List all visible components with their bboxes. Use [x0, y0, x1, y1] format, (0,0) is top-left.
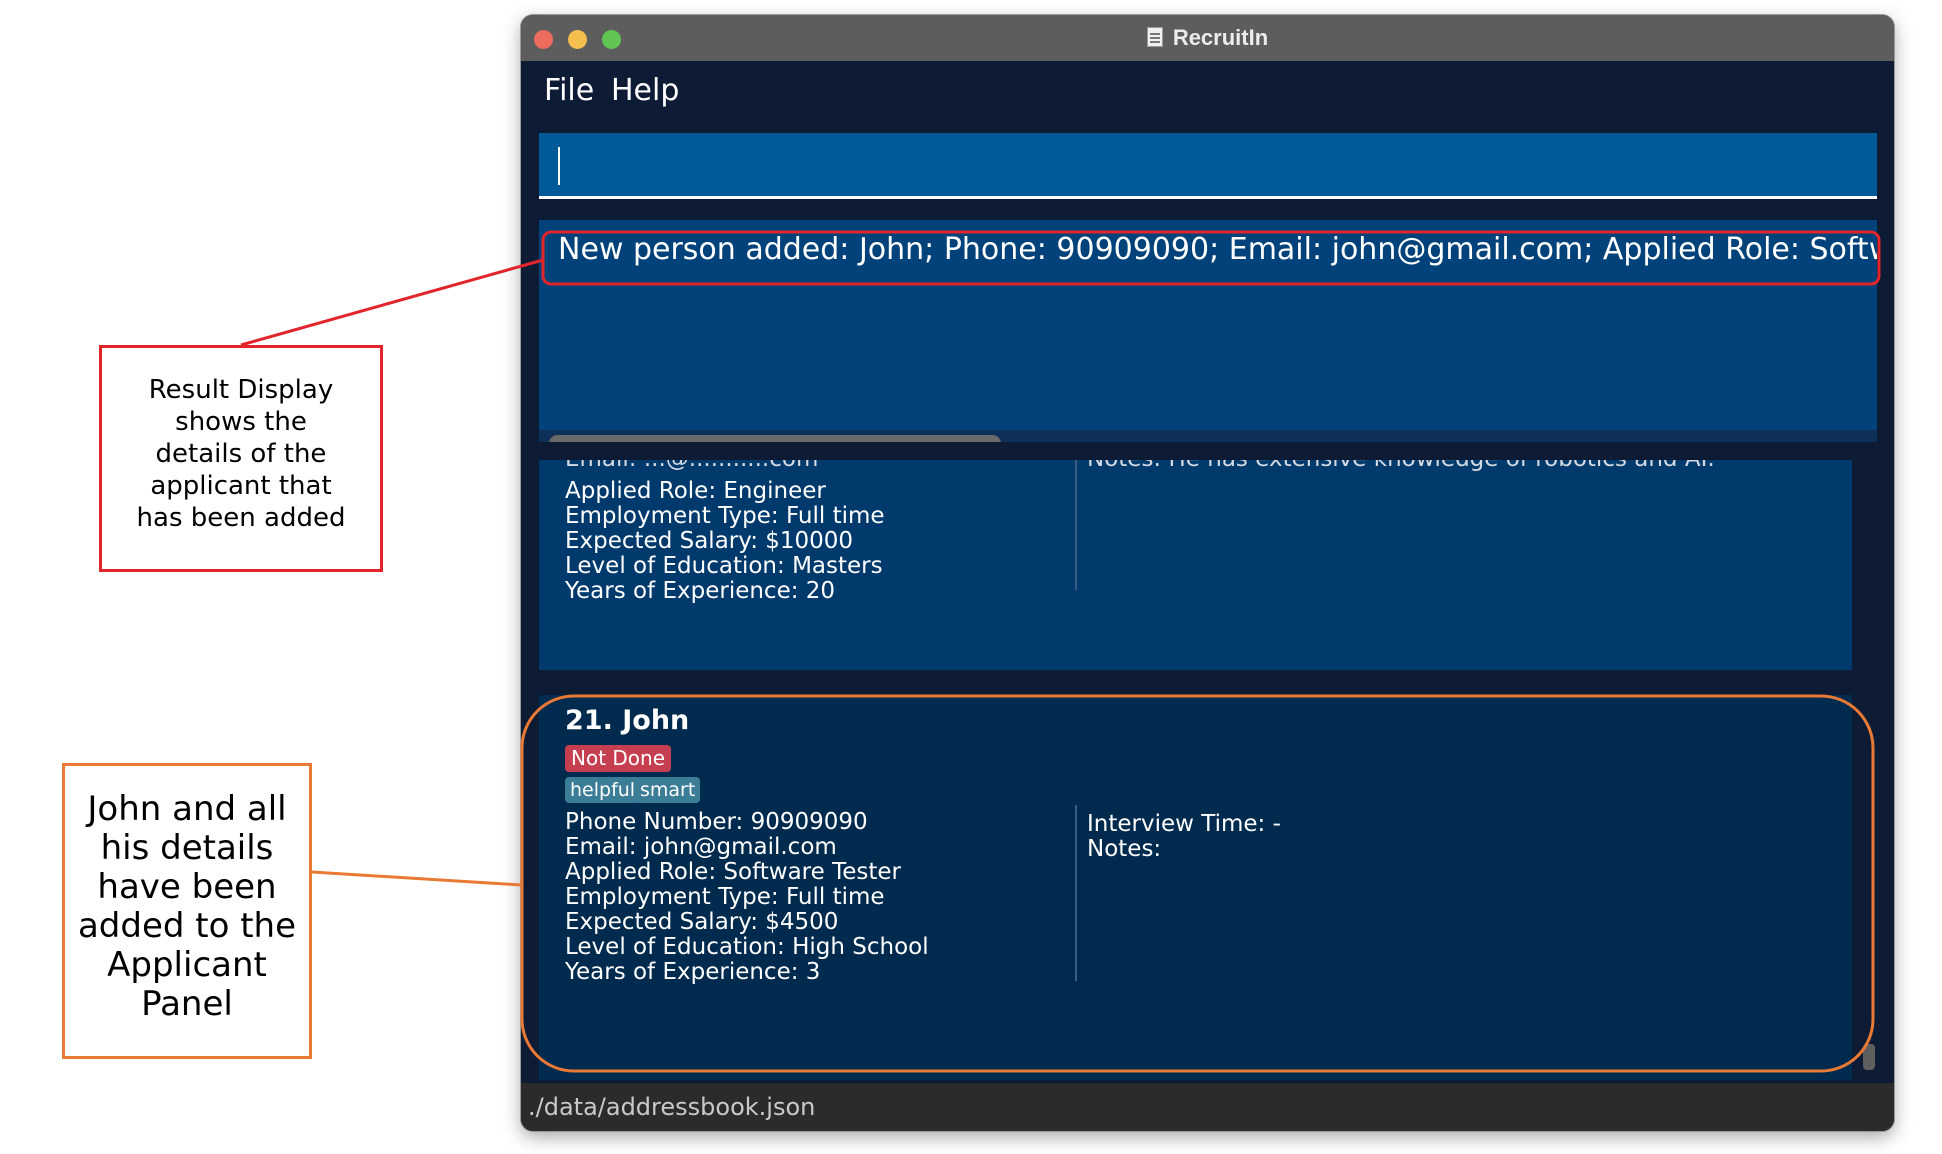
applicant-card-previous[interactable]: Email: ...@...........com Notes: He has … — [539, 460, 1852, 670]
menu-help[interactable]: Help — [611, 73, 679, 108]
app-window: RecruitIn File Help New person added: Jo… — [521, 15, 1894, 1131]
applicant-card-john[interactable]: 21. John Not Done helpful smart Phone Nu… — [539, 695, 1852, 1080]
applicant-panel-annotation: John and all his details have been added… — [62, 763, 312, 1059]
status-badge: Not Done — [565, 745, 672, 772]
card-notes: Notes: — [1087, 836, 1162, 862]
annotation-line: shows the — [175, 407, 307, 437]
card-column-divider — [1075, 805, 1077, 981]
card-email: Email: john@gmail.com — [565, 834, 837, 860]
title-bar: RecruitIn — [521, 15, 1894, 61]
card-interview-time: Interview Time: - — [1087, 811, 1281, 837]
annotation-line: John and all — [87, 789, 287, 829]
card-column-divider — [1075, 460, 1077, 590]
card-education-level: Level of Education: High School — [565, 934, 929, 960]
list-scrollbar-thumb[interactable] — [1863, 1044, 1875, 1070]
text-caret — [558, 147, 560, 185]
card-years-experience: Years of Experience: 20 — [565, 578, 836, 604]
card-expected-salary: Expected Salary: $10000 — [565, 528, 854, 554]
menu-bar: File Help — [521, 61, 1894, 131]
card-education-level: Level of Education: Masters — [565, 553, 883, 579]
window-title-text: RecruitIn — [1172, 25, 1269, 50]
applicant-list-panel: Email: ...@...........com Notes: He has … — [521, 460, 1894, 1080]
annotation-line: has been added — [136, 503, 346, 533]
card-employment-type: Employment Type: Full time — [565, 884, 885, 910]
document-icon — [1146, 27, 1163, 47]
orange-callout-line — [311, 870, 523, 887]
card-applied-role: Applied Role: Engineer — [565, 478, 826, 504]
annotation-line: applicant that — [150, 471, 332, 501]
result-scrollbar-thumb[interactable] — [549, 435, 1001, 442]
card-employment-type: Employment Type: Full time — [565, 503, 885, 529]
menu-file[interactable]: File — [544, 73, 594, 108]
status-bar: ./data/addressbook.json — [521, 1083, 1894, 1131]
annotation-line: his details — [100, 828, 274, 868]
applicant-name: 21. John — [565, 705, 690, 736]
card-applied-role: Applied Role: Software Tester — [565, 859, 901, 885]
card-partial-notes: Notes: He has extensive knowledge of rob… — [1087, 460, 1715, 472]
annotation-line: details of the — [155, 439, 327, 469]
card-partial-email: Email: ...@...........com — [565, 460, 818, 472]
card-expected-salary: Expected Salary: $4500 — [565, 909, 839, 935]
annotation-line: have been — [97, 867, 277, 907]
list-vertical-scrollbar[interactable] — [1860, 460, 1878, 1080]
annotation-line: Result Display — [148, 375, 334, 405]
result-display-annotation: Result Display shows the details of the … — [99, 345, 383, 572]
annotation-line: Applicant — [107, 945, 267, 985]
tag-smart: smart — [635, 777, 701, 803]
red-callout-line — [240, 258, 544, 347]
command-input[interactable] — [539, 133, 1877, 199]
window-title: RecruitIn — [521, 15, 1894, 61]
card-phone: Phone Number: 90909090 — [565, 809, 868, 835]
data-file-path: ./data/addressbook.json — [528, 1093, 816, 1121]
result-display: New person added: John; Phone: 90909090;… — [539, 220, 1877, 442]
annotation-line: added to the — [77, 906, 297, 946]
tag-helpful: helpful — [565, 777, 641, 803]
result-message: New person added: John; Phone: 90909090;… — [558, 232, 1877, 267]
annotation-line: Panel — [141, 984, 233, 1024]
card-years-experience: Years of Experience: 3 — [565, 959, 821, 985]
